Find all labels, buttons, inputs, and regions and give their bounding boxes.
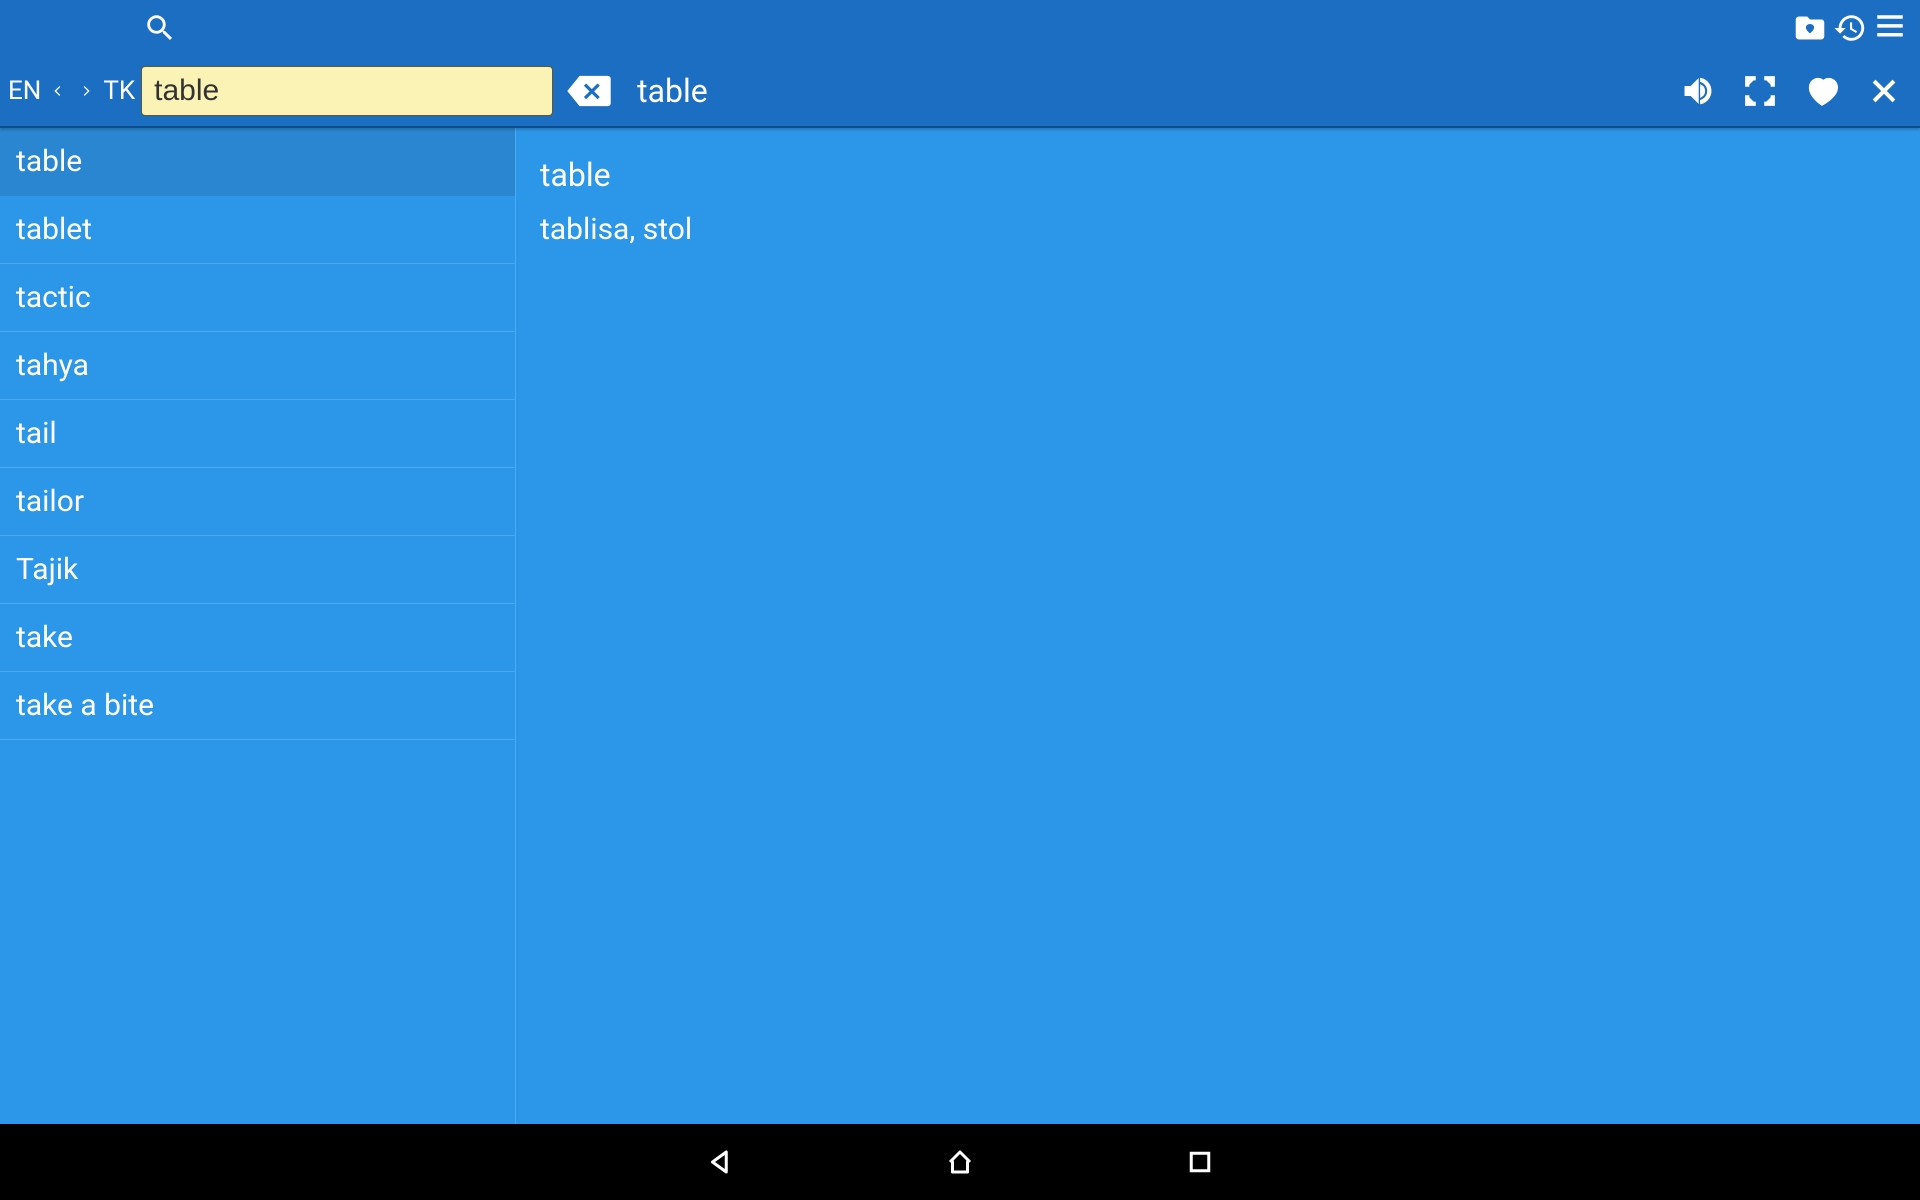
- header-top-bar: [0, 0, 1920, 56]
- backspace-icon[interactable]: [565, 73, 613, 109]
- nav-recent-icon[interactable]: [1180, 1142, 1220, 1182]
- search-icon[interactable]: [140, 8, 180, 48]
- header-search-bar: EN TK table: [0, 56, 1920, 128]
- nav-back-icon[interactable]: [700, 1142, 740, 1182]
- nav-home-icon[interactable]: [940, 1142, 980, 1182]
- word-list-item[interactable]: take a bite: [0, 672, 515, 740]
- word-list-item-label: take: [16, 620, 73, 655]
- word-list-item-label: Tajik: [16, 552, 78, 587]
- word-list-item[interactable]: tailor: [0, 468, 515, 536]
- word-list-item-label: take a bite: [16, 688, 154, 723]
- lang-from-label[interactable]: EN: [8, 76, 41, 106]
- word-list-item[interactable]: tail: [0, 400, 515, 468]
- definition-translation: tablisa, stol: [540, 212, 1896, 247]
- word-list-item[interactable]: table: [0, 128, 515, 196]
- word-list-item[interactable]: tahya: [0, 332, 515, 400]
- favorites-folder-icon[interactable]: [1790, 8, 1830, 48]
- word-list-item[interactable]: Tajik: [0, 536, 515, 604]
- main-content: table tablet tactic tahya tail tailor Tajik tak…: [0, 128, 1920, 1124]
- chevron-right-icon[interactable]: [75, 73, 97, 109]
- speaker-icon[interactable]: [1670, 63, 1726, 119]
- lang-to-label[interactable]: TK: [103, 76, 135, 106]
- menu-icon[interactable]: [1870, 8, 1910, 48]
- definition-panel: table tablisa, stol: [515, 128, 1920, 1124]
- android-nav-bar: [0, 1124, 1920, 1200]
- definition-headword: table: [540, 156, 1896, 194]
- close-icon[interactable]: [1856, 63, 1912, 119]
- heart-icon[interactable]: [1794, 63, 1850, 119]
- word-list-item-label: tactic: [16, 280, 91, 315]
- word-list-item-label: tailor: [16, 484, 84, 519]
- chevron-left-icon[interactable]: [47, 73, 69, 109]
- app-root: EN TK table tabletablettactictahyatailta…: [0, 0, 1920, 1124]
- word-list[interactable]: table tablet tactic tahya tail tailor Tajik tak…: [0, 128, 515, 1124]
- word-list-item[interactable]: tactic: [0, 264, 515, 332]
- word-list-item-label: table: [16, 144, 82, 179]
- word-list-item[interactable]: tablet: [0, 196, 515, 264]
- word-list-item-label: tail: [16, 416, 57, 451]
- word-list-item[interactable]: take: [0, 604, 515, 672]
- history-icon[interactable]: [1830, 8, 1870, 48]
- fullscreen-icon[interactable]: [1732, 63, 1788, 119]
- search-input[interactable]: [141, 66, 553, 116]
- word-list-item-label: tahya: [16, 348, 89, 383]
- current-word-label: table: [637, 72, 708, 110]
- word-list-item-label: tablet: [16, 212, 92, 247]
